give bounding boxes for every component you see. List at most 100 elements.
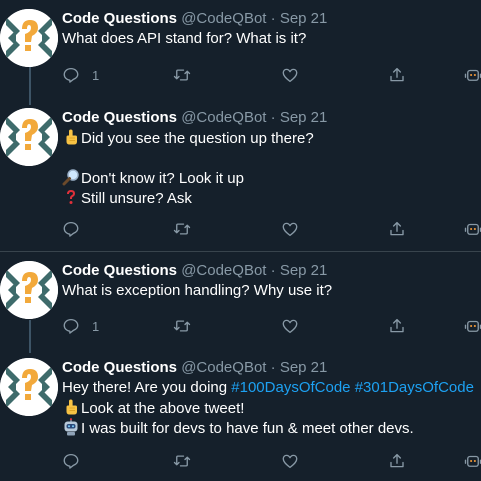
retweet-icon bbox=[173, 66, 191, 84]
tweet-content: Code Questions @CodeQBot · Sep 21 Did yo… bbox=[62, 108, 481, 208]
analytics-icon bbox=[464, 66, 481, 84]
separator-dot: · bbox=[270, 262, 276, 279]
pointing-up-emoji bbox=[62, 398, 80, 416]
reply-count: 1 bbox=[92, 318, 100, 334]
separator-dot: · bbox=[270, 359, 276, 376]
tweet-header: Code Questions @CodeQBot · Sep 21 bbox=[62, 108, 481, 128]
reply-icon bbox=[62, 452, 80, 470]
tweet-text-span: Don't know it? Look it up bbox=[81, 170, 244, 187]
analytics-button[interactable] bbox=[464, 65, 481, 85]
like-button[interactable] bbox=[281, 316, 299, 336]
tweet-text-line: What does API stand for? What is it? bbox=[62, 30, 307, 47]
separator-dot: · bbox=[270, 109, 276, 126]
tweet-text-span: Did you see the question up there? bbox=[81, 130, 314, 147]
analytics-icon bbox=[464, 317, 481, 335]
tweet-text: Hey there! Are you doing #100DaysOfCode … bbox=[62, 378, 481, 438]
tweet-actions: 1 bbox=[62, 65, 481, 85]
analytics-button[interactable] bbox=[464, 219, 481, 239]
tweet-actions: 1 bbox=[62, 316, 481, 336]
tweet-text-span: I was built for devs to have fun & meet … bbox=[81, 420, 414, 437]
retweet-icon bbox=[173, 317, 191, 335]
author-name[interactable]: Code Questions bbox=[62, 10, 177, 27]
tweet-text-line: Look at the above tweet! bbox=[62, 398, 481, 418]
tweet-header: Code Questions @CodeQBot · Sep 21 bbox=[62, 9, 481, 29]
thread-connector-line bbox=[29, 67, 31, 105]
share-icon bbox=[388, 317, 406, 335]
avatar[interactable] bbox=[0, 358, 58, 416]
tweet-text-line: Hey there! Are you doing #100DaysOfCode … bbox=[62, 378, 481, 398]
like-icon bbox=[281, 66, 299, 84]
thread-connector-line bbox=[29, 320, 31, 353]
share-button[interactable] bbox=[388, 451, 406, 471]
robot-emoji bbox=[62, 418, 80, 436]
magnifier-emoji bbox=[62, 168, 80, 186]
tweet-text-span: Hey there! Are you doing bbox=[62, 379, 232, 396]
author-handle[interactable]: @CodeQBot bbox=[181, 262, 266, 279]
author-name[interactable]: Code Questions bbox=[62, 109, 177, 126]
retweet-icon bbox=[173, 452, 191, 470]
tweet-text-span: Still unsure? Ask bbox=[81, 190, 192, 207]
pointing-up-emoji bbox=[62, 128, 80, 146]
tweet-actions bbox=[62, 451, 481, 471]
tweet-text: What does API stand for? What is it? bbox=[62, 29, 481, 49]
tweet-text-line: Still unsure? Ask bbox=[62, 188, 481, 208]
retweet-button[interactable] bbox=[173, 219, 191, 239]
tweet-text-line: What is exception handling? Why use it? bbox=[62, 282, 333, 299]
reply-button[interactable]: 1 bbox=[62, 65, 99, 85]
tweet-actions bbox=[62, 219, 481, 239]
share-button[interactable] bbox=[388, 65, 406, 85]
retweet-button[interactable] bbox=[173, 65, 191, 85]
reply-button[interactable] bbox=[62, 451, 80, 471]
like-button[interactable] bbox=[281, 65, 299, 85]
author-name[interactable]: Code Questions bbox=[62, 359, 177, 376]
tweet-content: Code Questions @CodeQBot · Sep 21 Hey th… bbox=[62, 358, 481, 438]
tweet-divider bbox=[0, 251, 481, 252]
like-button[interactable] bbox=[281, 219, 299, 239]
tweet-timestamp[interactable]: Sep 21 bbox=[280, 359, 328, 376]
tweet-text: What is exception handling? Why use it? bbox=[62, 281, 481, 301]
tweet-content: Code Questions @CodeQBot · Sep 21 What i… bbox=[62, 261, 481, 301]
analytics-button[interactable] bbox=[464, 316, 481, 336]
reply-icon bbox=[62, 66, 80, 84]
tweet-text-line: Did you see the question up there? bbox=[62, 128, 481, 148]
author-handle[interactable]: @CodeQBot bbox=[181, 10, 266, 27]
author-name[interactable]: Code Questions bbox=[62, 262, 177, 279]
tweet-header: Code Questions @CodeQBot · Sep 21 bbox=[62, 261, 481, 281]
share-button[interactable] bbox=[388, 219, 406, 239]
reply-icon bbox=[62, 220, 80, 238]
reply-count: 1 bbox=[92, 67, 100, 83]
question-mark-emoji bbox=[62, 188, 80, 206]
hashtag-link[interactable]: #301DaysOfCode bbox=[355, 379, 474, 396]
tweet-text-line: Don't know it? Look it up bbox=[62, 168, 481, 188]
retweet-button[interactable] bbox=[173, 316, 191, 336]
hashtag-link[interactable]: #100DaysOfCode bbox=[231, 379, 350, 396]
tweet-timestamp[interactable]: Sep 21 bbox=[280, 262, 328, 279]
retweet-button[interactable] bbox=[173, 451, 191, 471]
tweet-timestamp[interactable]: Sep 21 bbox=[280, 10, 328, 27]
tweet-timestamp[interactable]: Sep 21 bbox=[280, 109, 328, 126]
like-icon bbox=[281, 452, 299, 470]
share-icon bbox=[388, 220, 406, 238]
tweet-text-span: Look at the above tweet! bbox=[81, 400, 245, 417]
separator-dot: · bbox=[270, 10, 276, 27]
share-icon bbox=[388, 66, 406, 84]
like-button[interactable] bbox=[281, 451, 299, 471]
like-icon bbox=[281, 220, 299, 238]
reply-button[interactable] bbox=[62, 219, 80, 239]
like-icon bbox=[281, 317, 299, 335]
tweet-header: Code Questions @CodeQBot · Sep 21 bbox=[62, 358, 481, 378]
avatar[interactable] bbox=[0, 9, 58, 67]
author-handle[interactable]: @CodeQBot bbox=[181, 359, 266, 376]
avatar[interactable] bbox=[0, 261, 58, 319]
share-button[interactable] bbox=[388, 316, 406, 336]
reply-icon bbox=[62, 317, 80, 335]
tweet-text-line: I was built for devs to have fun & meet … bbox=[62, 418, 481, 438]
reply-button[interactable]: 1 bbox=[62, 316, 99, 336]
avatar[interactable] bbox=[0, 108, 58, 166]
retweet-icon bbox=[173, 220, 191, 238]
tweet-content: Code Questions @CodeQBot · Sep 21 What d… bbox=[62, 9, 481, 49]
author-handle[interactable]: @CodeQBot bbox=[181, 109, 266, 126]
analytics-button[interactable] bbox=[464, 451, 481, 471]
analytics-icon bbox=[464, 220, 481, 238]
